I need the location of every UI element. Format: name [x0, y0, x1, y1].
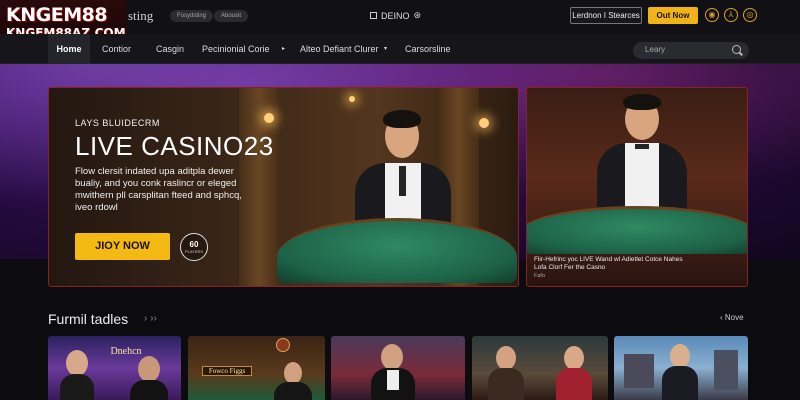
dealer-face: [381, 344, 403, 370]
dealer-figure: [556, 368, 592, 400]
pill-link-2[interactable]: Abousit: [214, 10, 249, 22]
center-title-text: DEINO: [381, 10, 410, 21]
game-thumbnail-5[interactable]: [614, 336, 748, 400]
chip-icon[interactable]: ◉: [705, 8, 719, 22]
side-card-caption: Flir-Hefrinc yoc LIVE Wand wl Adietlet C…: [534, 256, 734, 280]
dealer-hair: [623, 94, 661, 110]
hero-subtitle: LAYS BLUIDECRM: [75, 118, 160, 128]
hero-title: LIVE CASINO23: [75, 131, 274, 161]
emblem-icon: [276, 338, 290, 352]
nav-chevron-icon-2: ▾: [384, 46, 388, 52]
pill-link-1[interactable]: Fosydsting: [170, 10, 214, 22]
dealer-shirt: [625, 143, 659, 213]
search-input[interactable]: Leary: [633, 42, 749, 59]
nav-item-home[interactable]: Home: [48, 34, 90, 64]
page: KNGEM88 KNGEM88AZ.COM sting Fosydsting A…: [0, 0, 800, 400]
game-thumbnail-1[interactable]: Dnehcn: [48, 336, 181, 400]
game-thumbnail-3[interactable]: [331, 336, 465, 400]
globe-icon: ⊛: [413, 10, 422, 20]
dealer-face: [564, 346, 584, 370]
dealer-face: [496, 346, 516, 370]
crown-icon[interactable]: ⅄: [724, 8, 738, 22]
dealer-face: [138, 356, 160, 382]
brand-suffix: sting: [128, 8, 154, 23]
lamp-decoration: [527, 96, 535, 104]
players-badge: 60 PLAYERS: [180, 233, 208, 261]
dealer-bowtie: [635, 144, 649, 149]
dealer-figure: [60, 374, 94, 400]
logo-text: KNGEM88: [6, 4, 108, 26]
nav-item-carsorsline[interactable]: Carsorsline: [405, 34, 451, 64]
game-thumbnail-2[interactable]: Fowco Figgs: [188, 336, 325, 400]
badge-text: PLAYERS: [184, 249, 204, 254]
dealer-face: [284, 362, 302, 384]
nav-item-pecinionial[interactable]: Pecinionial Corie: [202, 34, 270, 64]
lamp-decoration: [479, 118, 489, 128]
search-icon[interactable]: [732, 45, 741, 54]
search-placeholder: Leary: [645, 45, 666, 54]
lamp-decoration: [264, 113, 274, 123]
gaming-table: [277, 218, 517, 283]
game-thumbnail-4[interactable]: [472, 336, 608, 400]
join-button[interactable]: Out Now: [648, 7, 698, 24]
nav-chevron-icon-1: ▸: [282, 46, 286, 52]
dealer-face: [66, 350, 88, 376]
gaming-table: [527, 206, 747, 254]
section-arrows-icon[interactable]: › ››: [144, 313, 157, 324]
lamp-decoration: [527, 88, 535, 96]
section-title: Furmil tadles: [48, 311, 129, 327]
login-button[interactable]: Lerdnon I Stearces: [570, 7, 642, 24]
dealer-figure: [130, 380, 168, 400]
view-more-link[interactable]: ‹ Nove: [720, 313, 744, 322]
cards-icon: [370, 12, 377, 19]
join-now-button[interactable]: JIOY NOW: [75, 233, 170, 260]
center-title[interactable]: DEINO ⊛: [370, 10, 421, 21]
target-icon[interactable]: ◎: [743, 8, 757, 22]
dealer-tie: [399, 166, 406, 196]
hero-description: Flow clersit indated upa aditpla dewer b…: [75, 166, 242, 213]
building-decoration: [624, 354, 654, 388]
dealer-face: [670, 344, 690, 368]
dealer-figure: [488, 368, 524, 400]
nav-item-alteo[interactable]: Alteo Defiant Clurer: [300, 34, 379, 64]
thumbnail-title: Fowco Figgs: [202, 366, 252, 376]
dealer-figure: [662, 366, 698, 400]
dealer-shirt: [387, 370, 399, 390]
nav-item-contior[interactable]: Contior: [102, 34, 131, 64]
dealer-figure: [274, 382, 312, 400]
lamp-decoration: [349, 96, 355, 102]
caption-line-2: Lofa Clorf Fer the Casno: [534, 264, 606, 271]
dealer-hair: [383, 110, 421, 128]
building-decoration: [714, 350, 738, 390]
caption-small: Fafo: [534, 273, 546, 279]
nav-item-casgin[interactable]: Casgin: [156, 34, 184, 64]
caption-line-1: Flir-Hefrinc yoc LIVE Wand wl Adietlet C…: [534, 256, 683, 263]
badge-number: 60: [189, 240, 199, 249]
